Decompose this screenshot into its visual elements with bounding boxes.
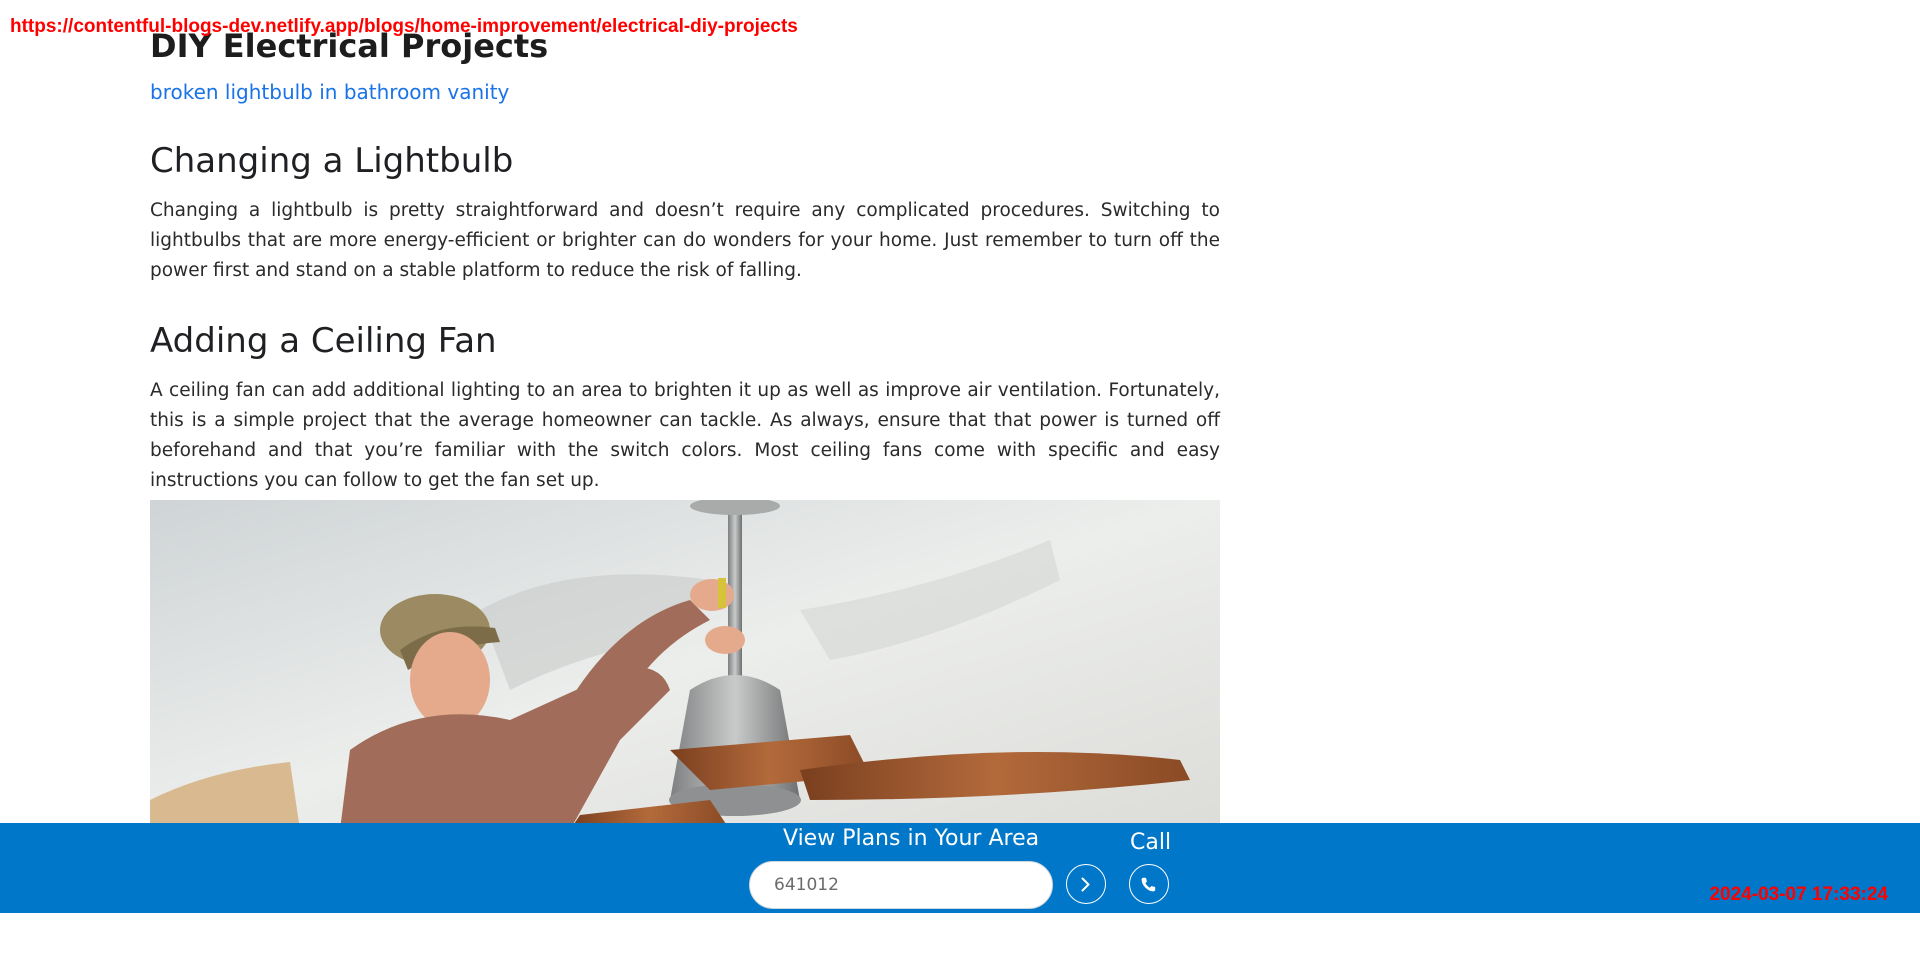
call-label: Call	[1130, 830, 1172, 855]
ceiling-fan-photo	[150, 500, 1220, 830]
url-overlay: https://contentful-blogs-dev.netlify.app…	[10, 16, 798, 37]
section-heading-ceiling-fan: Adding a Ceiling Fan	[150, 321, 497, 361]
timestamp-overlay: 2024-03-07 17:33:24	[1709, 884, 1888, 905]
section-body-lightbulb: Changing a lightbulb is pretty straightf…	[150, 200, 1220, 281]
section-body-ceiling-fan: A ceiling fan can add additional lightin…	[150, 380, 1220, 491]
submit-zip-button[interactable]	[1066, 864, 1106, 904]
page: https://contentful-blogs-dev.netlify.app…	[0, 0, 1920, 963]
view-plans-bar: View Plans in Your Area Call	[0, 823, 1920, 913]
broken-image-alt-link[interactable]: broken lightbulb in bathroom vanity	[150, 78, 1220, 106]
view-plans-title: View Plans in Your Area	[783, 826, 1040, 851]
chevron-right-icon	[1067, 866, 1105, 903]
section-heading-lightbulb: Changing a Lightbulb	[150, 141, 514, 181]
article: DIY Electrical Projects broken lightbulb…	[150, 24, 1220, 496]
call-button[interactable]	[1129, 864, 1169, 904]
phone-icon	[1130, 866, 1168, 903]
zip-code-input[interactable]	[749, 861, 1053, 909]
